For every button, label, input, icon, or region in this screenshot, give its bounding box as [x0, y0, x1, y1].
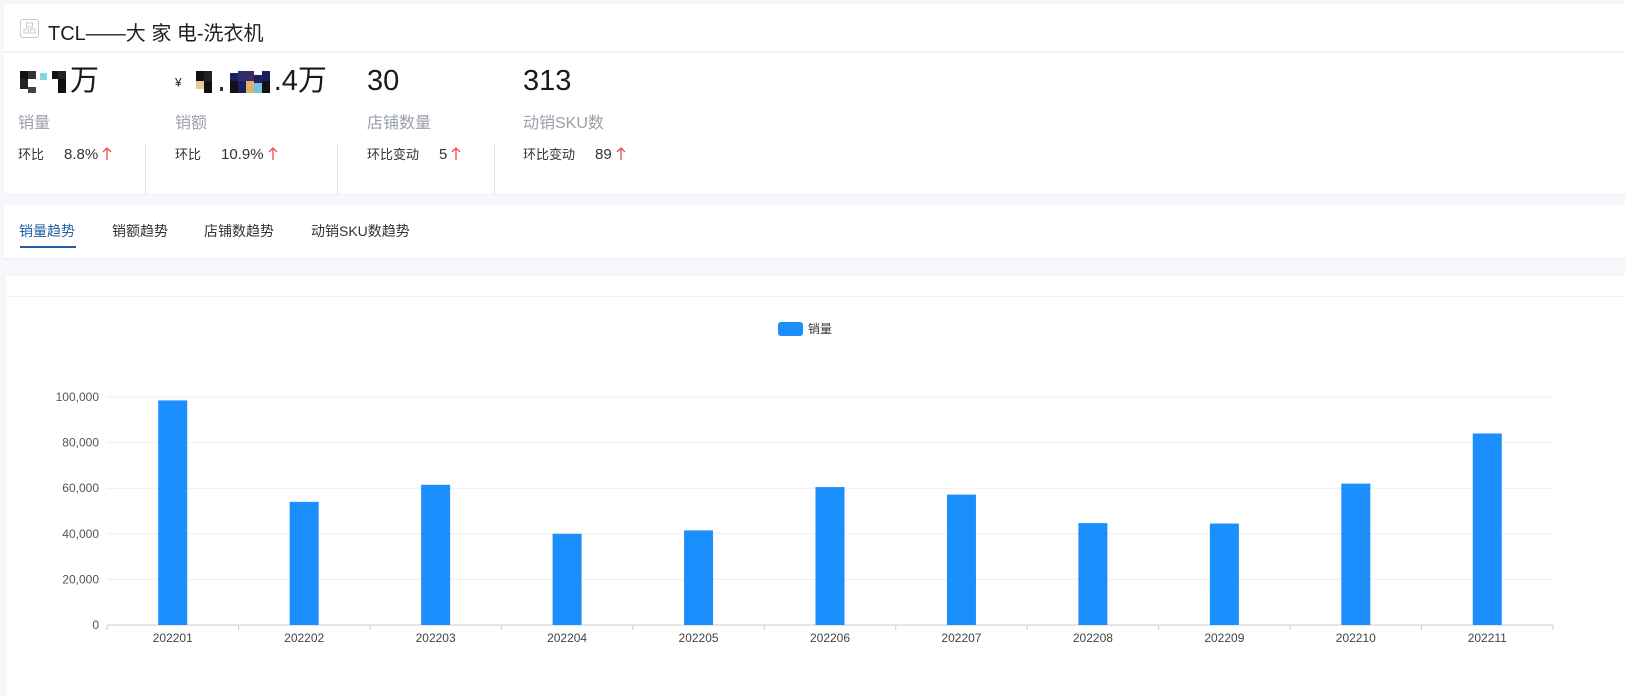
up-arrow-icon [616, 147, 626, 160]
stat-stores-change: 环比变动 5 [367, 144, 461, 163]
change-label: 环比变动 [523, 147, 576, 162]
tab-store-trend[interactable]: 店铺数趋势 [204, 221, 274, 241]
stat-volume-value: 万 [18, 63, 99, 99]
x-tick-label: 202204 [547, 631, 587, 645]
y-tick-label: 80,000 [62, 436, 99, 450]
stat-stores-value: 30 [367, 65, 400, 97]
change-value: 5 [439, 146, 448, 163]
bar-202206 [815, 487, 845, 625]
change-label: 环比变动 [367, 147, 420, 162]
up-arrow-icon [268, 147, 278, 160]
y-tick-label: 100,000 [56, 390, 100, 404]
stat-amount-label: 销额 [175, 115, 208, 132]
x-tick-label: 202205 [679, 631, 719, 645]
stat-volume-label: 销量 [18, 115, 51, 132]
bar-202207 [946, 494, 976, 625]
page-header: TCL——大 家 电-洗衣机 [4, 4, 1625, 52]
bar-202208 [1078, 523, 1108, 625]
pixelated-value [195, 71, 270, 94]
stat-divider [145, 143, 146, 195]
stat-amount-value: ¥ .4万 [175, 63, 327, 99]
product-icon [20, 19, 39, 38]
bar-202209 [1209, 523, 1239, 625]
x-tick-label: 202209 [1204, 631, 1244, 645]
bar-202211 [1472, 433, 1502, 625]
chart-card: 0 20,000 40,000 60,000 80,000 100,000 202201 20… [6, 276, 1625, 696]
change-value: 8.8% [64, 146, 99, 163]
bar-202210 [1341, 483, 1371, 625]
tab-volume-trend[interactable]: 销量趋势 [19, 221, 75, 241]
bar-202204 [552, 533, 582, 625]
stat-amount-prefix: ¥ [175, 75, 182, 90]
pixelated-value [20, 71, 66, 94]
tab-sku-trend[interactable]: 动销SKU数趋势 [311, 221, 410, 241]
stat-stores-label: 店铺数量 [367, 115, 432, 132]
page-title: TCL——大 家 电-洗衣机 [48, 23, 264, 45]
change-value: 89 [595, 146, 612, 163]
stat-amount-suffix: .4万 [273, 65, 327, 97]
stat-sku-label: 动销SKU数 [523, 115, 604, 132]
up-arrow-icon [102, 147, 112, 160]
y-tick-label: 20,000 [62, 572, 99, 586]
y-tick-label: 60,000 [62, 481, 99, 495]
active-tab-indicator [20, 246, 76, 248]
x-tick-label: 202207 [941, 631, 981, 645]
y-tick-label: 40,000 [62, 527, 99, 541]
stat-divider [337, 143, 338, 195]
x-tick-label: 202208 [1073, 631, 1113, 645]
stats-panel: 万 销量 环比 8.8% ¥ .4万 销额 环比 10.9% 30 店铺数量 环… [4, 53, 1625, 195]
change-value: 10.9% [221, 146, 264, 163]
stat-volume-suffix: 万 [70, 65, 100, 97]
stat-sku-value: 313 [523, 65, 572, 97]
bar-202205 [684, 530, 714, 625]
bar-202202 [289, 501, 319, 625]
x-tick-label: 202210 [1336, 631, 1376, 645]
change-label: 环比 [175, 147, 202, 162]
x-tick-label: 202206 [810, 631, 850, 645]
x-tick-label: 202201 [153, 631, 193, 645]
x-tick-label: 202202 [284, 631, 324, 645]
bar-202203 [421, 484, 451, 625]
stat-sku-change: 环比变动 89 [523, 144, 626, 163]
x-tick-label: 202203 [416, 631, 456, 645]
volume-bar-chart: 0 20,000 40,000 60,000 80,000 100,000 202201 20… [56, 322, 1554, 645]
y-tick-label: 0 [92, 618, 99, 632]
up-arrow-icon [451, 147, 461, 160]
legend-swatch [778, 322, 803, 336]
bar-202201 [158, 400, 188, 625]
legend-label: 销量 [808, 322, 832, 336]
change-label: 环比 [18, 147, 45, 162]
stat-divider [494, 143, 495, 195]
x-tick-label: 202211 [1468, 631, 1507, 645]
trend-tabs: 销量趋势 销额趋势 店铺数趋势 动销SKU数趋势 [4, 205, 1625, 259]
stat-volume-change: 环比 8.8% [18, 144, 112, 163]
stat-amount-change: 环比 10.9% [175, 144, 278, 163]
tab-amount-trend[interactable]: 销额趋势 [112, 221, 168, 241]
